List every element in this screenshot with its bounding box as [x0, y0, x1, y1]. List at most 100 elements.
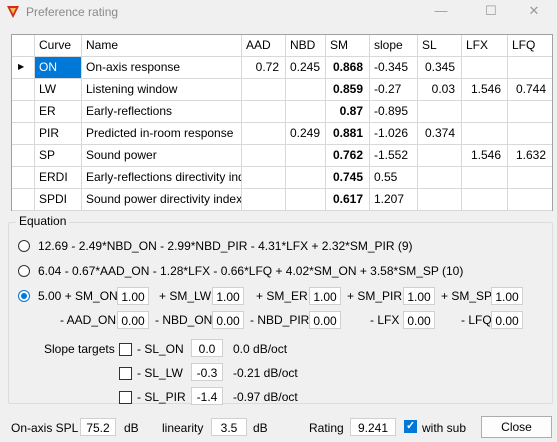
curve-cell[interactable]: ER: [35, 101, 82, 123]
close-window-button[interactable]: ✕: [511, 0, 557, 24]
sm-cell[interactable]: 0.859: [326, 79, 370, 101]
lfx-cell[interactable]: [462, 167, 508, 189]
col-header-nbd[interactable]: NBD: [286, 35, 326, 57]
equation-10-radio[interactable]: [18, 265, 30, 277]
minimize-button[interactable]: —: [418, 0, 464, 24]
name-cell[interactable]: On-axis response: [82, 57, 242, 79]
aad-cell[interactable]: 0.72: [242, 57, 286, 79]
with-sub-checkbox[interactable]: [404, 419, 417, 433]
sl-cell[interactable]: 0.374: [418, 123, 462, 145]
lfx-cell[interactable]: [462, 189, 508, 211]
sl-on-target-input[interactable]: 0.0: [191, 339, 223, 357]
lfq-cell[interactable]: [508, 101, 552, 123]
sl-lw-checkbox[interactable]: [119, 367, 132, 380]
sl-cell[interactable]: 0.345: [418, 57, 462, 79]
col-header-lfq[interactable]: LFQ: [508, 35, 552, 57]
slope-cell[interactable]: -1.552: [370, 145, 418, 167]
custom-equation-radio[interactable]: [18, 290, 30, 302]
lfq-weight-input[interactable]: 0.00: [491, 311, 523, 329]
curve-cell[interactable]: SP: [35, 145, 82, 167]
nbd-cell[interactable]: [286, 189, 326, 211]
nbd-cell[interactable]: [286, 145, 326, 167]
with-sub-label[interactable]: with sub: [422, 421, 466, 435]
aad-cell[interactable]: [242, 145, 286, 167]
col-header-sm[interactable]: SM: [326, 35, 370, 57]
col-header-aad[interactable]: AAD: [242, 35, 286, 57]
maximize-button[interactable]: ☐: [468, 0, 514, 24]
name-cell[interactable]: Early-reflections directivity index: [82, 167, 242, 189]
aad-cell[interactable]: [242, 189, 286, 211]
curve-cell[interactable]: LW: [35, 79, 82, 101]
sm-cell[interactable]: 0.87: [326, 101, 370, 123]
slope-cell[interactable]: -1.026: [370, 123, 418, 145]
col-header-lfx[interactable]: LFX: [462, 35, 508, 57]
equation-10-label[interactable]: 6.04 - 0.67*AAD_ON - 1.28*LFX - 0.66*LFQ…: [38, 264, 463, 278]
aad-cell[interactable]: [242, 101, 286, 123]
name-cell[interactable]: Early-reflections: [82, 101, 242, 123]
slope-cell[interactable]: -0.27: [370, 79, 418, 101]
name-cell[interactable]: Listening window: [82, 79, 242, 101]
lfq-cell[interactable]: [508, 189, 552, 211]
lfx-weight-input[interactable]: 0.00: [403, 311, 435, 329]
close-button[interactable]: Close: [481, 416, 552, 438]
row-header-cell[interactable]: [12, 167, 35, 189]
lfx-cell[interactable]: 1.546: [462, 79, 508, 101]
sm-pir-weight-input[interactable]: 1.00: [403, 287, 435, 305]
nbd-cell[interactable]: 0.249: [286, 123, 326, 145]
row-header-cell[interactable]: [12, 123, 35, 145]
sm-cell[interactable]: 0.881: [326, 123, 370, 145]
col-header-name[interactable]: Name: [82, 35, 242, 57]
sm-cell[interactable]: 0.762: [326, 145, 370, 167]
col-header-curve[interactable]: Curve: [35, 35, 82, 57]
lfq-cell[interactable]: 1.632: [508, 145, 552, 167]
row-header-cell[interactable]: [12, 189, 35, 211]
sm-cell[interactable]: 0.745: [326, 167, 370, 189]
lfq-cell[interactable]: [508, 57, 552, 79]
row-header-cell[interactable]: [12, 101, 35, 123]
sm-on-weight-input[interactable]: 1.00: [117, 287, 149, 305]
lfx-cell[interactable]: [462, 123, 508, 145]
curve-cell[interactable]: SPDI: [35, 189, 82, 211]
sl-cell[interactable]: [418, 145, 462, 167]
rating-table[interactable]: Curve Name AAD NBD SM slope SL LFX LFQ ▶…: [11, 34, 553, 211]
row-header-cell[interactable]: [12, 79, 35, 101]
sl-cell[interactable]: [418, 189, 462, 211]
nbd-cell[interactable]: [286, 101, 326, 123]
slope-cell[interactable]: 1.207: [370, 189, 418, 211]
sl-lw-target-input[interactable]: -0.3: [191, 363, 223, 381]
lfq-cell[interactable]: [508, 167, 552, 189]
slope-cell[interactable]: -0.345: [370, 57, 418, 79]
row-header-cell[interactable]: [12, 145, 35, 167]
curve-cell[interactable]: PIR: [35, 123, 82, 145]
nbd-cell[interactable]: 0.245: [286, 57, 326, 79]
sl-pir-target-input[interactable]: -1.4: [191, 387, 223, 405]
name-cell[interactable]: Sound power: [82, 145, 242, 167]
slope-cell[interactable]: 0.55: [370, 167, 418, 189]
col-header-slope[interactable]: slope: [370, 35, 418, 57]
sl-cell[interactable]: [418, 167, 462, 189]
sl-on-checkbox[interactable]: [119, 343, 132, 356]
name-cell[interactable]: Predicted in-room response: [82, 123, 242, 145]
lfq-cell[interactable]: 0.744: [508, 79, 552, 101]
nbd-on-weight-input[interactable]: 0.00: [212, 311, 244, 329]
sm-lw-weight-input[interactable]: 1.00: [212, 287, 244, 305]
sl-cell[interactable]: [418, 101, 462, 123]
lfx-cell[interactable]: 1.546: [462, 145, 508, 167]
curve-cell[interactable]: ON: [35, 57, 82, 79]
sm-sp-weight-input[interactable]: 1.00: [491, 287, 523, 305]
linearity-input[interactable]: 3.5: [211, 418, 247, 436]
lfq-cell[interactable]: [508, 123, 552, 145]
sm-er-weight-input[interactable]: 1.00: [309, 287, 341, 305]
aad-cell[interactable]: [242, 167, 286, 189]
nbd-pir-weight-input[interactable]: 0.00: [309, 311, 341, 329]
sm-cell[interactable]: 0.868: [326, 57, 370, 79]
on-axis-spl-input[interactable]: 75.2: [80, 418, 116, 436]
row-header-cell[interactable]: ▶: [12, 57, 35, 79]
sm-cell[interactable]: 0.617: [326, 189, 370, 211]
aad-on-weight-input[interactable]: 0.00: [117, 311, 149, 329]
curve-cell[interactable]: ERDI: [35, 167, 82, 189]
nbd-cell[interactable]: [286, 79, 326, 101]
name-cell[interactable]: Sound power directivity index: [82, 189, 242, 211]
lfx-cell[interactable]: [462, 57, 508, 79]
sl-pir-checkbox[interactable]: [119, 391, 132, 404]
